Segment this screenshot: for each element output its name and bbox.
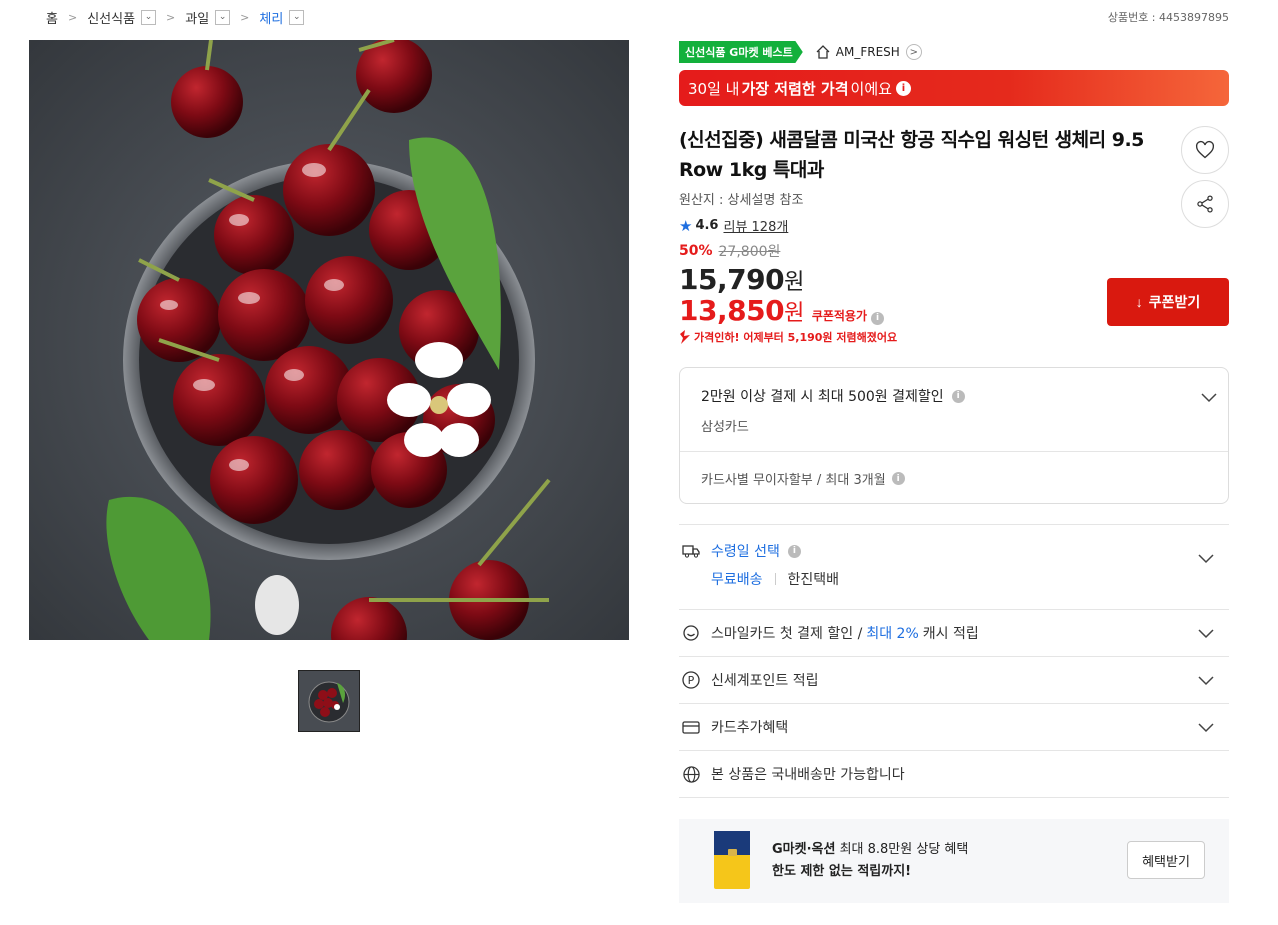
breadcrumb-fruit-label[interactable]: 과일 xyxy=(185,8,209,27)
heart-icon xyxy=(1195,140,1215,159)
delivery-date-title[interactable]: 수령일 선택 xyxy=(711,541,780,561)
store-name[interactable]: AM_FRESH xyxy=(836,45,900,59)
card-extra-label: 카드추가혜택 xyxy=(711,720,789,736)
product-number: 상품번호 : 4453897895 xyxy=(1107,11,1229,24)
promo-banner: G마켓·옥션 최대 8.8만원 상당 혜택 한도 제한 없는 적립까지! 혜택받… xyxy=(679,819,1229,903)
best-badge[interactable]: 신선식품 G마켓 베스트 xyxy=(679,41,803,63)
card-extra-option[interactable]: 카드추가혜택 xyxy=(679,704,1229,751)
product-main-image[interactable] xyxy=(29,40,629,640)
original-price: 27,800원 xyxy=(718,244,781,260)
chevron-down-icon[interactable] xyxy=(1197,624,1215,642)
breadcrumb-fruit[interactable]: 과일 ⌄ xyxy=(185,8,231,27)
lowest-price-suffix: 이에요 xyxy=(850,79,892,98)
breadcrumb-fresh-food[interactable]: 신선식품 ⌄ xyxy=(87,8,157,27)
wishlist-button[interactable] xyxy=(1181,126,1229,174)
info-icon[interactable]: i xyxy=(787,544,801,558)
breadcrumb-home-label[interactable]: 홈 xyxy=(46,8,58,27)
info-icon[interactable]: i xyxy=(895,80,911,96)
chevron-down-icon[interactable] xyxy=(1197,718,1215,736)
chevron-down-icon[interactable] xyxy=(1197,671,1215,689)
share-icon xyxy=(1197,195,1213,213)
download-icon: ↓ xyxy=(1135,294,1143,310)
chevron-right-icon[interactable]: > xyxy=(905,44,922,60)
smile-card-prefix: 스마일카드 첫 결제 할인 / xyxy=(711,626,863,642)
domestic-shipping-notice: 본 상품은 국내배송만 가능합니다 xyxy=(679,751,1229,798)
coupon-button-label[interactable]: 쿠폰받기 xyxy=(1149,292,1201,312)
delivery-date-option[interactable]: 수령일 선택 i 무료배송 한진택배 xyxy=(679,524,1229,610)
promo-line1: 최대 8.8만원 상당 혜택 xyxy=(835,842,969,857)
breadcrumb-fresh-food-label[interactable]: 신선식품 xyxy=(87,8,135,27)
discount-rate: 50% xyxy=(679,243,713,259)
breadcrumb-home[interactable]: 홈 xyxy=(46,8,58,27)
coupon-price: 13,850원 xyxy=(679,294,804,327)
lowest-price-banner: 30일 내 가장 저렴한 가격 이에요 i xyxy=(679,70,1229,106)
smile-card-image xyxy=(714,831,750,889)
price-drop-text: 가격인하! 어제부터 5,190원 저렴해졌어요 xyxy=(694,331,898,344)
lowest-price-prefix: 30일 내 xyxy=(688,79,740,98)
chevron-down-icon[interactable]: ⌄ xyxy=(215,9,231,25)
chevron-down-icon[interactable] xyxy=(1200,388,1218,406)
free-shipping-label: 무료배송 xyxy=(711,572,763,588)
smile-card-option[interactable]: 스마일카드 첫 결제 할인 / 최대 2% 캐시 적립 xyxy=(679,610,1229,657)
origin-info: 원산지 : 상세설명 참조 xyxy=(679,193,804,208)
card-name: 삼성카드 xyxy=(701,420,749,435)
coupon-price-value: 13,850 xyxy=(679,294,785,327)
chevron-down-icon[interactable]: ⌄ xyxy=(141,9,157,25)
won-unit: 원 xyxy=(784,301,804,326)
review-link[interactable]: 리뷰 128개 xyxy=(723,216,788,235)
home-icon xyxy=(816,45,830,59)
sale-price-value: 15,790 xyxy=(679,263,785,296)
chevron-down-icon[interactable] xyxy=(1197,549,1215,567)
lowest-price-highlight: 가장 저렴한 가격 xyxy=(741,79,849,98)
info-icon[interactable]: i xyxy=(951,389,965,403)
point-label: 신세계포인트 적립 xyxy=(711,673,819,689)
product-title: (신선집중) 새콤달콤 미국산 항공 직수입 워싱턴 생체리 9.5 Row 1… xyxy=(679,129,1144,181)
breadcrumb-cherry-label[interactable]: 체리 xyxy=(259,8,283,27)
credit-card-icon xyxy=(681,717,701,737)
chevron-right-icon: > xyxy=(166,10,176,24)
chevron-right-icon: > xyxy=(67,10,78,24)
promo-brand: G마켓·옥션 xyxy=(772,842,836,857)
price-drop-notice: 가격인하! 어제부터 5,190원 저렴해졌어요 xyxy=(679,329,1229,345)
share-button[interactable] xyxy=(1181,180,1229,228)
point-icon: P xyxy=(681,670,701,690)
chevron-right-icon: > xyxy=(240,10,250,24)
courier-name: 한진택배 xyxy=(787,572,840,588)
coupon-price-label: 쿠폰적용가 xyxy=(811,309,868,323)
divider xyxy=(774,573,776,585)
product-thumbnail[interactable] xyxy=(298,670,360,732)
globe-icon xyxy=(681,764,701,784)
installment-info: 카드사별 무이자할부 / 최대 3개월 xyxy=(701,473,886,488)
chevron-down-icon[interactable]: ⌄ xyxy=(289,9,305,25)
smile-card-suffix: 캐시 적립 xyxy=(922,626,979,642)
smile-icon xyxy=(681,623,701,643)
star-icon: ★ xyxy=(679,216,693,235)
product-info-panel: 신선식품 G마켓 베스트 AM_FRESH > 30일 내 가장 저렴한 가격 … xyxy=(679,40,1229,345)
card-benefit-box: 2만원 이상 결제 시 최대 500원 결제할인 i 삼성카드 카드사별 무이자할… xyxy=(679,367,1229,504)
won-unit: 원 xyxy=(784,270,804,295)
price-down-arrow-icon xyxy=(680,330,690,344)
store-link[interactable]: AM_FRESH > xyxy=(815,44,922,60)
info-icon[interactable]: i xyxy=(891,472,905,485)
shinsegae-point-option[interactable]: P 신세계포인트 적립 xyxy=(679,657,1229,704)
card-discount-section[interactable]: 2만원 이상 결제 시 최대 500원 결제할인 i 삼성카드 xyxy=(680,368,1228,452)
smile-card-highlight: 최대 2% xyxy=(866,626,919,642)
breadcrumb-cherry[interactable]: 체리 ⌄ xyxy=(259,8,305,27)
domestic-shipping-text: 본 상품은 국내배송만 가능합니다 xyxy=(711,767,905,783)
svg-text:P: P xyxy=(688,674,695,687)
coupon-download-button[interactable]: ↓ 쿠폰받기 xyxy=(1107,278,1229,326)
get-benefit-button[interactable]: 혜택받기 xyxy=(1127,841,1205,879)
rating-score: 4.6 xyxy=(695,218,719,233)
truck-icon xyxy=(681,541,701,561)
promo-line2: 한도 제한 없는 적립까지! xyxy=(772,864,912,879)
breadcrumb: 홈 > 신선식품 ⌄ > 과일 ⌄ > 체리 ⌄ xyxy=(46,6,305,28)
info-icon[interactable]: i xyxy=(871,311,885,325)
cherry-thumbnail-image xyxy=(299,671,359,731)
cherry-bowl-image xyxy=(29,40,629,640)
card-discount-title: 2만원 이상 결제 시 최대 500원 결제할인 xyxy=(701,389,944,405)
rating: ★ 4.6 리뷰 128개 xyxy=(679,216,1229,236)
